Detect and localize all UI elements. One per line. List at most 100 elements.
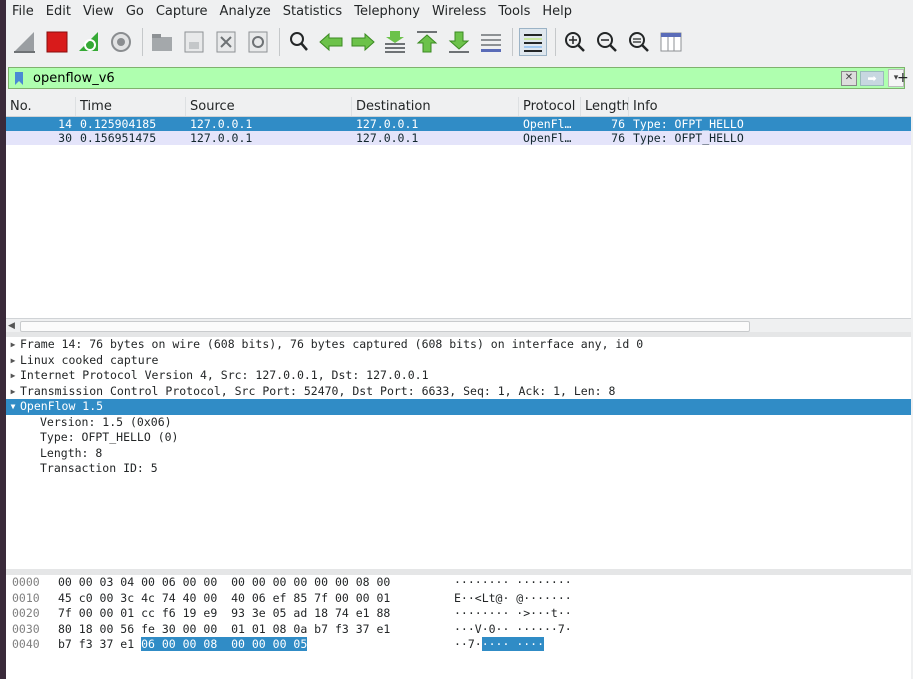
- menu-statistics[interactable]: Statistics: [277, 4, 348, 19]
- menu-tools[interactable]: Tools: [492, 4, 536, 19]
- expand-arrow-icon[interactable]: ▶: [6, 353, 20, 369]
- bytes-hex-plain: b7 f3 37 e1: [58, 637, 142, 651]
- packet-info: Type: OFPT_HELLO: [633, 117, 744, 131]
- zoom-out-icon[interactable]: [594, 29, 620, 55]
- menu-wireless[interactable]: Wireless: [426, 4, 492, 19]
- packet-destination: 127.0.0.1: [356, 117, 419, 131]
- bytes-offset: 0000: [12, 575, 40, 589]
- bytes-hex: 00 00 03 04 00 06 00 00 00 00 00 00 00 0…: [58, 575, 391, 589]
- tree-item-openflow[interactable]: ▼ OpenFlow 1.5: [6, 399, 911, 415]
- tree-item-label: Type: OFPT_HELLO (0): [40, 430, 179, 444]
- expand-arrow-icon[interactable]: ▶: [6, 368, 20, 384]
- zoom-in-icon[interactable]: [562, 29, 588, 55]
- expand-arrow-icon[interactable]: ▶: [6, 337, 20, 353]
- toolbar-separator: [555, 28, 556, 56]
- bytes-ascii-selected: ···· ····: [481, 637, 545, 651]
- packet-list-scrollbar[interactable]: ◀: [6, 318, 911, 333]
- menu-help[interactable]: Help: [536, 4, 578, 19]
- packet-no: 14: [58, 117, 72, 131]
- packet-length: 76: [611, 117, 625, 131]
- column-source[interactable]: Source: [186, 97, 352, 116]
- clear-filter-icon[interactable]: ✕: [841, 70, 857, 86]
- bytes-hex: b7 f3 37 e1 06 00 00 08 00 00 00 05: [58, 637, 454, 653]
- apply-filter-icon[interactable]: ➡: [860, 70, 884, 86]
- tree-item-label: Transmission Control Protocol, Src Port:…: [20, 383, 616, 398]
- bytes-ascii-plain: ··7·: [454, 637, 482, 651]
- reload-file-icon[interactable]: [245, 29, 271, 55]
- packet-no: 30: [58, 131, 72, 145]
- autoscroll-icon[interactable]: [478, 29, 504, 55]
- tree-child-transaction-id[interactable]: Transaction ID: 5: [6, 461, 911, 477]
- colorize-icon[interactable]: [519, 28, 547, 56]
- tree-child-length[interactable]: Length: 8: [6, 446, 911, 462]
- collapse-arrow-icon[interactable]: ▼: [6, 399, 20, 415]
- close-file-icon[interactable]: [213, 29, 239, 55]
- packet-row[interactable]: 14 0.125904185 127.0.0.1 127.0.0.1 OpenF…: [6, 117, 911, 131]
- packet-info: Type: OFPT_HELLO: [633, 131, 744, 145]
- bytes-ascii: E··<Lt@· @·······: [454, 590, 572, 605]
- bytes-row[interactable]: 0020 7f 00 00 01 cc f6 19 e9 93 3e 05 ad…: [6, 606, 911, 622]
- bytes-row[interactable]: 0030 80 18 00 56 fe 30 00 00 01 01 08 0a…: [6, 622, 911, 638]
- packet-destination: 127.0.0.1: [356, 131, 419, 145]
- toolbar-separator: [142, 28, 143, 56]
- column-no[interactable]: No.: [6, 97, 76, 116]
- menu-view[interactable]: View: [77, 4, 120, 19]
- go-forward-icon[interactable]: [350, 29, 376, 55]
- display-filter-bar: openflow_v6 ✕ ➡ ▾: [8, 67, 905, 89]
- bytes-offset: 0020: [12, 606, 40, 620]
- go-back-icon[interactable]: [318, 29, 344, 55]
- save-file-icon[interactable]: [181, 29, 207, 55]
- tree-child-version[interactable]: Version: 1.5 (0x06): [6, 415, 911, 431]
- menu-analyze[interactable]: Analyze: [214, 4, 277, 19]
- tree-item-ipv4[interactable]: ▶ Internet Protocol Version 4, Src: 127.…: [6, 368, 911, 384]
- go-to-packet-icon[interactable]: [382, 29, 408, 55]
- packet-source: 127.0.0.1: [190, 117, 253, 131]
- go-last-icon[interactable]: [446, 29, 472, 55]
- shark-fin-start-icon[interactable]: [12, 29, 38, 55]
- main-toolbar: [6, 22, 913, 62]
- tree-item-frame[interactable]: ▶ Frame 14: 76 bytes on wire (608 bits),…: [6, 337, 911, 353]
- tree-item-label: Linux cooked capture: [20, 352, 159, 367]
- tree-item-tcp[interactable]: ▶ Transmission Control Protocol, Src Por…: [6, 384, 911, 400]
- menu-file[interactable]: File: [6, 4, 40, 19]
- bytes-offset: 0030: [12, 621, 40, 636]
- packet-time: 0.125904185: [80, 117, 157, 131]
- display-filter-input[interactable]: openflow_v6: [29, 71, 841, 86]
- capture-options-icon[interactable]: [108, 29, 134, 55]
- open-file-icon[interactable]: [149, 29, 175, 55]
- bytes-row[interactable]: 0010 45 c0 00 3c 4c 74 40 00 40 06 ef 85…: [6, 591, 911, 607]
- column-time[interactable]: Time: [76, 97, 186, 116]
- tree-item-label: Internet Protocol Version 4, Src: 127.0.…: [20, 368, 429, 382]
- go-first-icon[interactable]: [414, 29, 440, 55]
- tree-child-type[interactable]: Type: OFPT_HELLO (0): [6, 430, 911, 446]
- zoom-normal-icon[interactable]: [626, 29, 652, 55]
- bookmark-icon[interactable]: [9, 68, 29, 88]
- stop-capture-icon[interactable]: [44, 29, 70, 55]
- menu-bar: File Edit View Go Capture Analyze Statis…: [6, 0, 913, 22]
- scroll-left-icon[interactable]: ◀: [8, 319, 15, 333]
- resize-columns-icon[interactable]: [658, 29, 684, 55]
- find-packet-icon[interactable]: [286, 29, 312, 55]
- tree-item-linux-cooked[interactable]: ▶ Linux cooked capture: [6, 353, 911, 369]
- column-length[interactable]: Length: [581, 97, 629, 116]
- packet-bytes: 0000 00 00 03 04 00 06 00 00 00 00 00 00…: [6, 575, 911, 679]
- restart-capture-icon[interactable]: [76, 29, 102, 55]
- bytes-ascii: ········ ········: [454, 575, 572, 589]
- tree-item-label: Version: 1.5 (0x06): [40, 414, 172, 429]
- tree-item-label: Transaction ID: 5: [40, 461, 158, 475]
- bytes-row[interactable]: 0040 b7 f3 37 e1 06 00 00 08 00 00 00 05…: [6, 637, 911, 653]
- bytes-row[interactable]: 0000 00 00 03 04 00 06 00 00 00 00 00 00…: [6, 575, 911, 591]
- expand-arrow-icon[interactable]: ▶: [6, 384, 20, 400]
- menu-go[interactable]: Go: [120, 4, 150, 19]
- menu-capture[interactable]: Capture: [150, 4, 214, 19]
- add-filter-button[interactable]: +: [897, 67, 909, 89]
- column-protocol[interactable]: Protocol: [519, 97, 581, 116]
- bytes-ascii: ··7····· ····: [454, 637, 545, 653]
- packet-list: No. Time Source Destination Protocol Len…: [6, 97, 911, 332]
- menu-telephony[interactable]: Telephony: [348, 4, 426, 19]
- column-info[interactable]: Info: [629, 97, 911, 116]
- menu-edit[interactable]: Edit: [40, 4, 77, 19]
- column-destination[interactable]: Destination: [352, 97, 519, 116]
- packet-row[interactable]: 30 0.156951475 127.0.0.1 127.0.0.1 OpenF…: [6, 131, 911, 145]
- scrollbar-thumb[interactable]: [20, 321, 750, 332]
